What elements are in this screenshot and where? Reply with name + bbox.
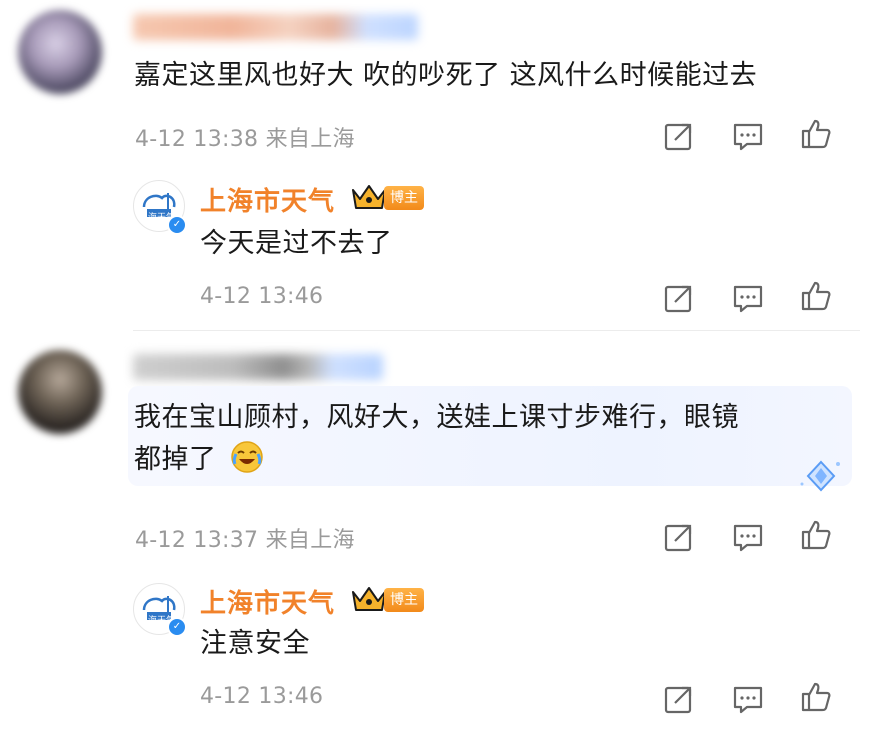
avatar[interactable] — [18, 10, 102, 94]
reply-meta: 4-12 13:46 — [200, 284, 324, 309]
comment-meta: 4-12 13:37 来自上海 — [135, 528, 355, 553]
author-badge: 博主 — [384, 186, 424, 210]
crown-icon — [350, 182, 388, 212]
comment-text: 嘉定这里风也好大 吹的吵死了 这风什么时候能过去 — [134, 60, 758, 91]
like-icon[interactable] — [799, 279, 833, 313]
laugh-cry-emoji-icon — [230, 440, 264, 486]
reply-text: 今天是过不去了 — [200, 228, 393, 259]
like-icon[interactable] — [799, 117, 833, 151]
comment-icon[interactable] — [731, 119, 765, 153]
author-badge: 博主 — [384, 588, 424, 612]
comment-icon[interactable] — [731, 520, 765, 554]
username-blurred[interactable] — [133, 14, 418, 40]
verified-icon: ✓ — [167, 617, 187, 637]
like-icon[interactable] — [799, 518, 833, 552]
share-icon[interactable] — [662, 281, 696, 315]
comment-icon[interactable] — [731, 682, 765, 716]
username-blurred[interactable] — [133, 354, 383, 380]
share-icon[interactable] — [662, 119, 696, 153]
reply-author-name[interactable]: 上海市天气 — [200, 181, 335, 218]
sparkle-diamond-icon — [796, 456, 846, 500]
reply-author-name[interactable]: 上海市天气 — [200, 583, 335, 620]
comment-meta: 4-12 13:38 来自上海 — [135, 127, 355, 152]
comment-icon[interactable] — [731, 281, 765, 315]
avatar[interactable] — [18, 350, 102, 434]
comment-text-line2-text: 都掉了 — [134, 444, 217, 475]
share-icon[interactable] — [662, 520, 696, 554]
like-icon[interactable] — [799, 680, 833, 714]
crown-icon — [350, 584, 388, 614]
comment-text-line2: 都掉了 — [134, 440, 264, 486]
divider — [133, 330, 860, 331]
verified-icon: ✓ — [167, 215, 187, 235]
reply-text: 注意安全 — [200, 628, 310, 659]
share-icon[interactable] — [662, 682, 696, 716]
comment-text-line1: 我在宝山顾村，风好大，送娃上课寸步难行，眼镜 — [134, 402, 739, 433]
reply-meta: 4-12 13:46 — [200, 684, 324, 709]
